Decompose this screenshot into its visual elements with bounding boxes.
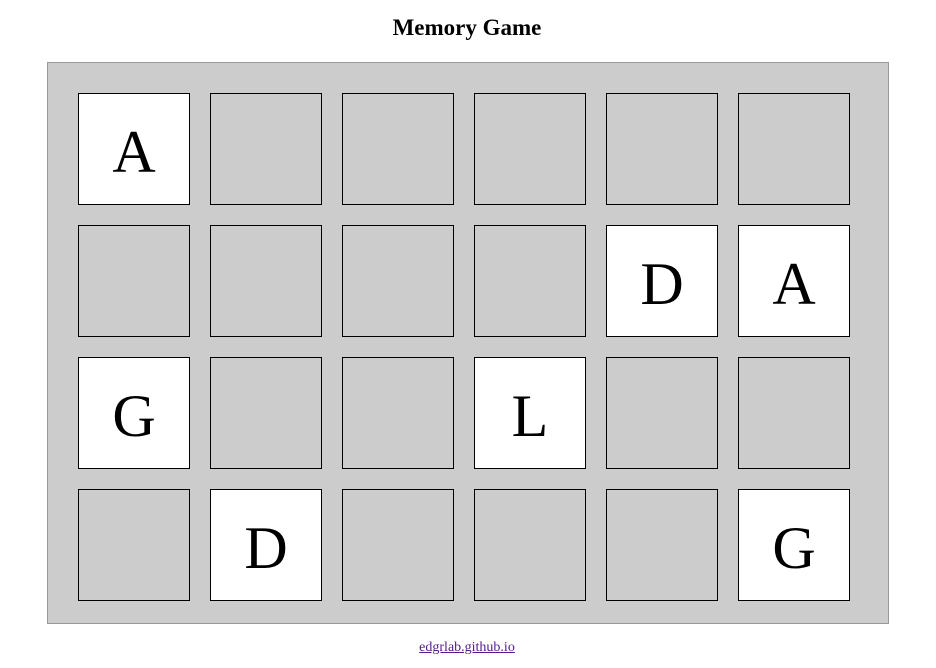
- card-r1-c5[interactable]: [606, 93, 718, 205]
- card-letter: G: [772, 515, 816, 581]
- card-r1-c6[interactable]: [738, 93, 850, 205]
- card-r3-c6[interactable]: [738, 357, 850, 469]
- card-letter: A: [772, 251, 816, 317]
- card-r4-c5[interactable]: [606, 489, 718, 601]
- card-letter: A: [112, 119, 156, 185]
- card-r1-c1[interactable]: A: [78, 93, 190, 205]
- card-r2-c3[interactable]: [342, 225, 454, 337]
- card-letter: L: [511, 383, 549, 449]
- card-r1-c2[interactable]: [210, 93, 322, 205]
- card-r3-c2[interactable]: [210, 357, 322, 469]
- game-board: A D A G L D G: [47, 62, 889, 624]
- card-r3-c4[interactable]: L: [474, 357, 586, 469]
- card-r4-c3[interactable]: [342, 489, 454, 601]
- footer-link[interactable]: edgrlab.github.io: [419, 640, 515, 655]
- card-letter: G: [112, 383, 156, 449]
- card-r2-c6[interactable]: A: [738, 225, 850, 337]
- card-letter: D: [640, 251, 684, 317]
- page-title: Memory Game: [392, 15, 542, 40]
- card-r2-c2[interactable]: [210, 225, 322, 337]
- card-r2-c1[interactable]: [78, 225, 190, 337]
- card-letter: D: [244, 515, 288, 581]
- card-r4-c6[interactable]: G: [738, 489, 850, 601]
- card-r3-c5[interactable]: [606, 357, 718, 469]
- card-r2-c4[interactable]: [474, 225, 586, 337]
- card-r1-c3[interactable]: [342, 93, 454, 205]
- card-r4-c4[interactable]: [474, 489, 586, 601]
- card-r2-c5[interactable]: D: [606, 225, 718, 337]
- footer: edgrlab.github.io: [0, 640, 934, 656]
- card-r1-c4[interactable]: [474, 93, 586, 205]
- card-r3-c1[interactable]: G: [78, 357, 190, 469]
- card-r4-c1[interactable]: [78, 489, 190, 601]
- card-r3-c3[interactable]: [342, 357, 454, 469]
- card-r4-c2[interactable]: D: [210, 489, 322, 601]
